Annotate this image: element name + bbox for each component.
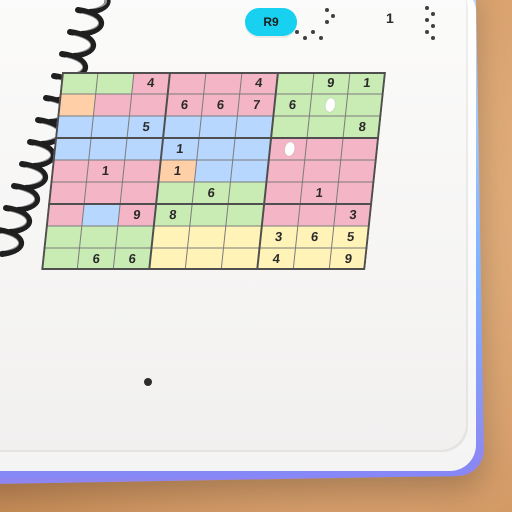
sudoku-cell[interactable] [59, 72, 98, 94]
sudoku-number: 6 [128, 251, 137, 266]
sudoku-cell[interactable] [304, 138, 344, 160]
sudoku-cell[interactable] [81, 204, 121, 226]
sudoku-number: 1 [315, 185, 324, 200]
sudoku-number: 1 [101, 163, 110, 178]
sudoku-number: 1 [176, 141, 185, 156]
sudoku-cell[interactable] [41, 248, 80, 270]
sudoku-cell[interactable] [271, 116, 310, 138]
sudoku-number: 6 [92, 251, 101, 266]
sudoku-cell[interactable] [293, 248, 332, 270]
sudoku-number: 8 [358, 119, 367, 134]
sudoku-cell[interactable] [302, 160, 341, 182]
page-dot [144, 378, 152, 386]
sudoku-number: 3 [349, 207, 358, 222]
sudoku-cell[interactable] [228, 182, 267, 204]
sudoku-number: 9 [133, 207, 142, 222]
sudoku-cell[interactable] [275, 72, 314, 94]
sudoku-cell[interactable] [45, 204, 85, 226]
sudoku-cell[interactable] [84, 182, 123, 204]
sudoku-number: 9 [326, 75, 335, 90]
sudoku-cell[interactable] [235, 116, 274, 138]
sudoku-cell[interactable] [230, 160, 269, 182]
sudoku-cell[interactable] [156, 182, 195, 204]
sudoku-cell[interactable] [189, 204, 229, 226]
sudoku-cell[interactable] [124, 138, 164, 160]
sudoku-cell[interactable] [266, 160, 305, 182]
sudoku-cell[interactable] [163, 116, 202, 138]
sudoku-cell[interactable] [129, 94, 168, 116]
sudoku-cell[interactable] [91, 116, 130, 138]
sudoku-cell[interactable] [43, 226, 82, 248]
sudoku-cell[interactable] [264, 182, 303, 204]
sudoku-cell[interactable] [95, 72, 134, 94]
sudoku-cell[interactable] [149, 248, 188, 270]
sudoku-cell[interactable] [345, 94, 384, 116]
sudoku-number: 6 [207, 185, 216, 200]
sudoku-cell[interactable] [261, 204, 301, 226]
sudoku-cell[interactable] [120, 182, 159, 204]
sudoku-number: 5 [346, 229, 355, 244]
sudoku-number: 6 [310, 229, 319, 244]
sudoku-number: 8 [169, 207, 178, 222]
sudoku-number: 5 [142, 119, 151, 134]
sudoku-cell[interactable] [340, 138, 380, 160]
puzzle-badge-label: R9 [263, 15, 279, 29]
sudoku-cell[interactable] [79, 226, 118, 248]
sudoku-number: 7 [252, 97, 261, 112]
sudoku-number: 1 [173, 163, 182, 178]
sudoku-cell[interactable] [196, 138, 236, 160]
sudoku-cell[interactable] [225, 204, 265, 226]
header-digit: 1 [386, 10, 394, 26]
sudoku-cell[interactable] [48, 182, 87, 204]
sudoku-number: 6 [288, 97, 297, 112]
sudoku-cell[interactable] [88, 138, 128, 160]
sudoku-cell[interactable] [115, 226, 154, 248]
sudoku-number: 9 [344, 251, 353, 266]
sudoku-cell[interactable] [57, 94, 96, 116]
sudoku-cell[interactable] [223, 226, 262, 248]
sudoku-cell[interactable] [221, 248, 260, 270]
sudoku-cell[interactable] [151, 226, 190, 248]
sudoku-number: 3 [274, 229, 283, 244]
sudoku-cell[interactable] [52, 138, 92, 160]
sudoku-cell[interactable] [338, 160, 377, 182]
sudoku-cell[interactable] [297, 204, 337, 226]
sudoku-grid-svg: 4 4 9 16 6 7 65 811 16 19 8 33 6 56 6 4 9 [41, 72, 386, 270]
sudoku-cell[interactable] [336, 182, 375, 204]
sudoku-number: 6 [180, 97, 189, 112]
sudoku-cell[interactable] [187, 226, 226, 248]
sudoku-cell[interactable] [199, 116, 238, 138]
sudoku-cell[interactable] [122, 160, 161, 182]
sudoku-cell[interactable] [203, 72, 242, 94]
sudoku-cell[interactable] [50, 160, 89, 182]
scene: R9 1 4491667658111619833656649 [0, 0, 512, 512]
sudoku-cell[interactable] [55, 116, 94, 138]
sudoku-grid: 4491667658111619833656649 [41, 72, 386, 270]
header-glyphs [285, 4, 475, 54]
sudoku-number: 1 [362, 75, 371, 90]
sudoku-cell[interactable] [185, 248, 224, 270]
sudoku-number: 6 [216, 97, 225, 112]
sudoku-cell[interactable] [167, 72, 207, 94]
sudoku-cell[interactable] [93, 94, 132, 116]
sudoku-cell[interactable] [232, 138, 272, 160]
sudoku-cell[interactable] [194, 160, 233, 182]
sudoku-cell[interactable] [307, 116, 346, 138]
